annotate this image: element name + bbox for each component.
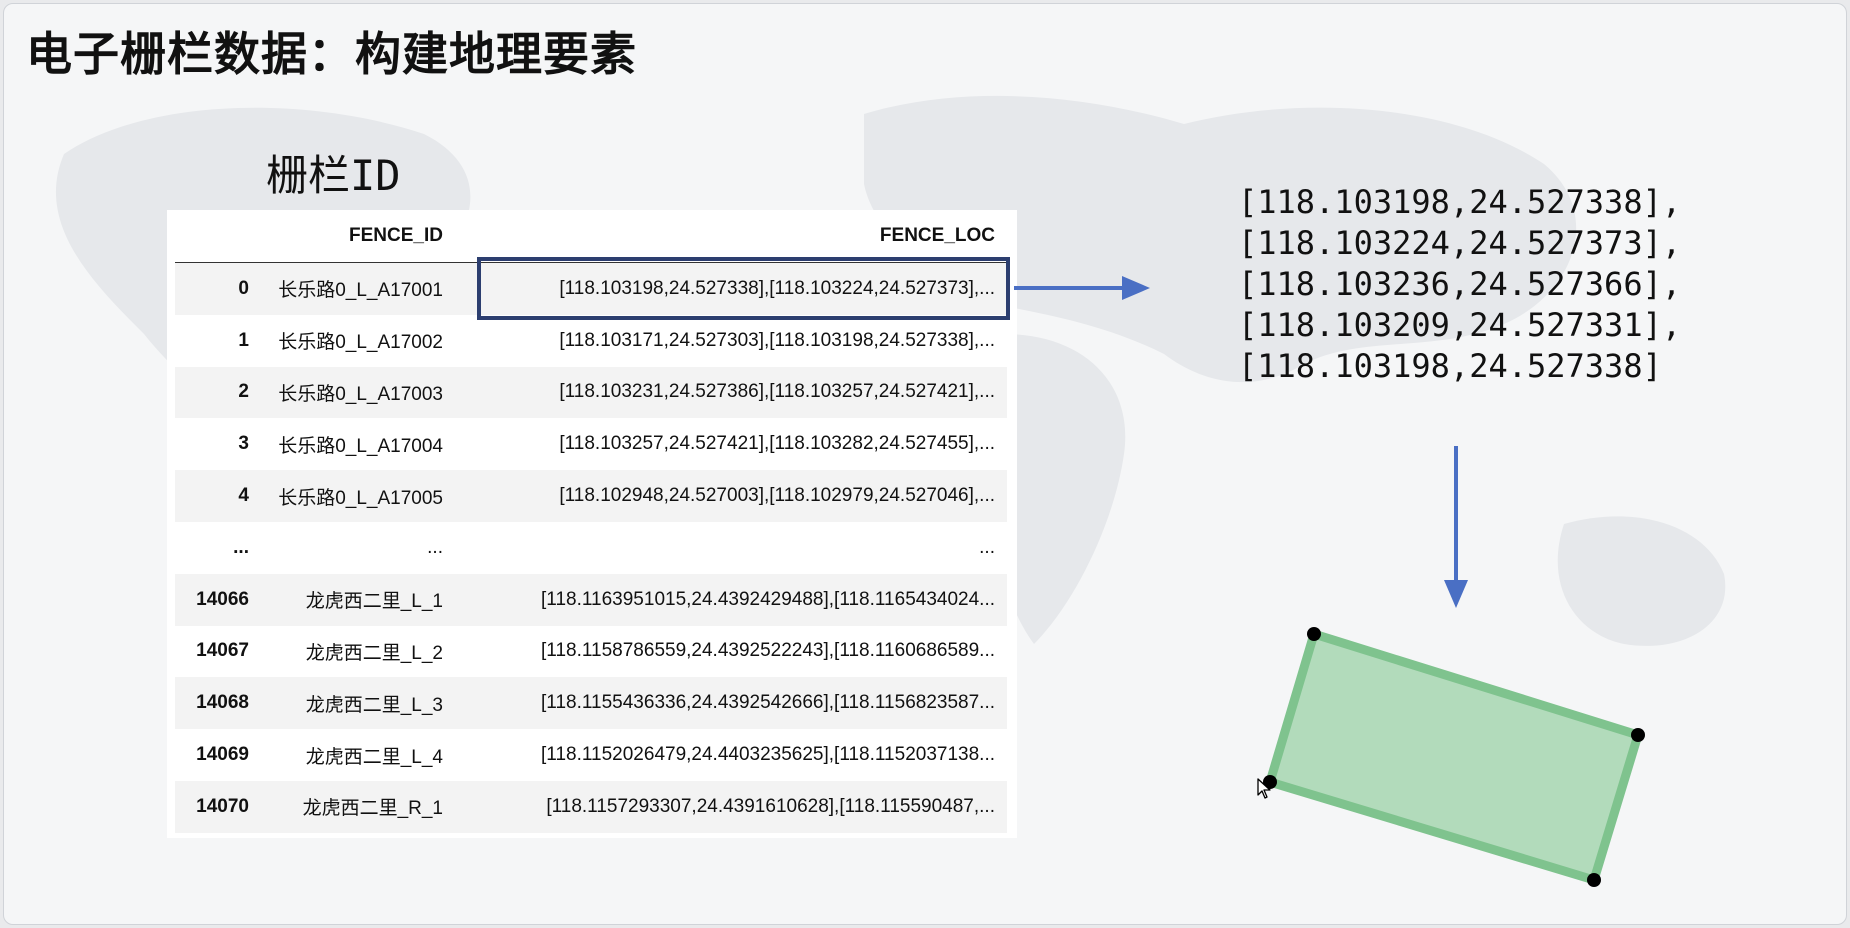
slide: 电子栅栏数据：构建地理要素 栅栏ID FENCE_ID FENCE_LOC 0 …	[3, 3, 1847, 925]
coordinate-line: [118.103236,24.527366],	[1238, 265, 1682, 303]
coordinate-line: [118.103198,24.527338],	[1238, 183, 1682, 221]
arrow-down-icon	[1444, 446, 1468, 608]
polygon-vertex	[1307, 627, 1321, 641]
polygon-vertex	[1631, 728, 1645, 742]
coordinate-list: [118.103198,24.527338], [118.103224,24.5…	[1238, 182, 1681, 387]
fence-polygon	[1263, 627, 1645, 887]
coordinate-line: [118.103224,24.527373],	[1238, 224, 1682, 262]
polygon-vertex	[1587, 873, 1601, 887]
annotation-layer	[1014, 276, 1645, 887]
coordinate-line: [118.103198,24.527338]	[1238, 347, 1662, 385]
arrow-right-icon	[1014, 276, 1150, 300]
coordinate-line: [118.103209,24.527331],	[1238, 306, 1682, 344]
